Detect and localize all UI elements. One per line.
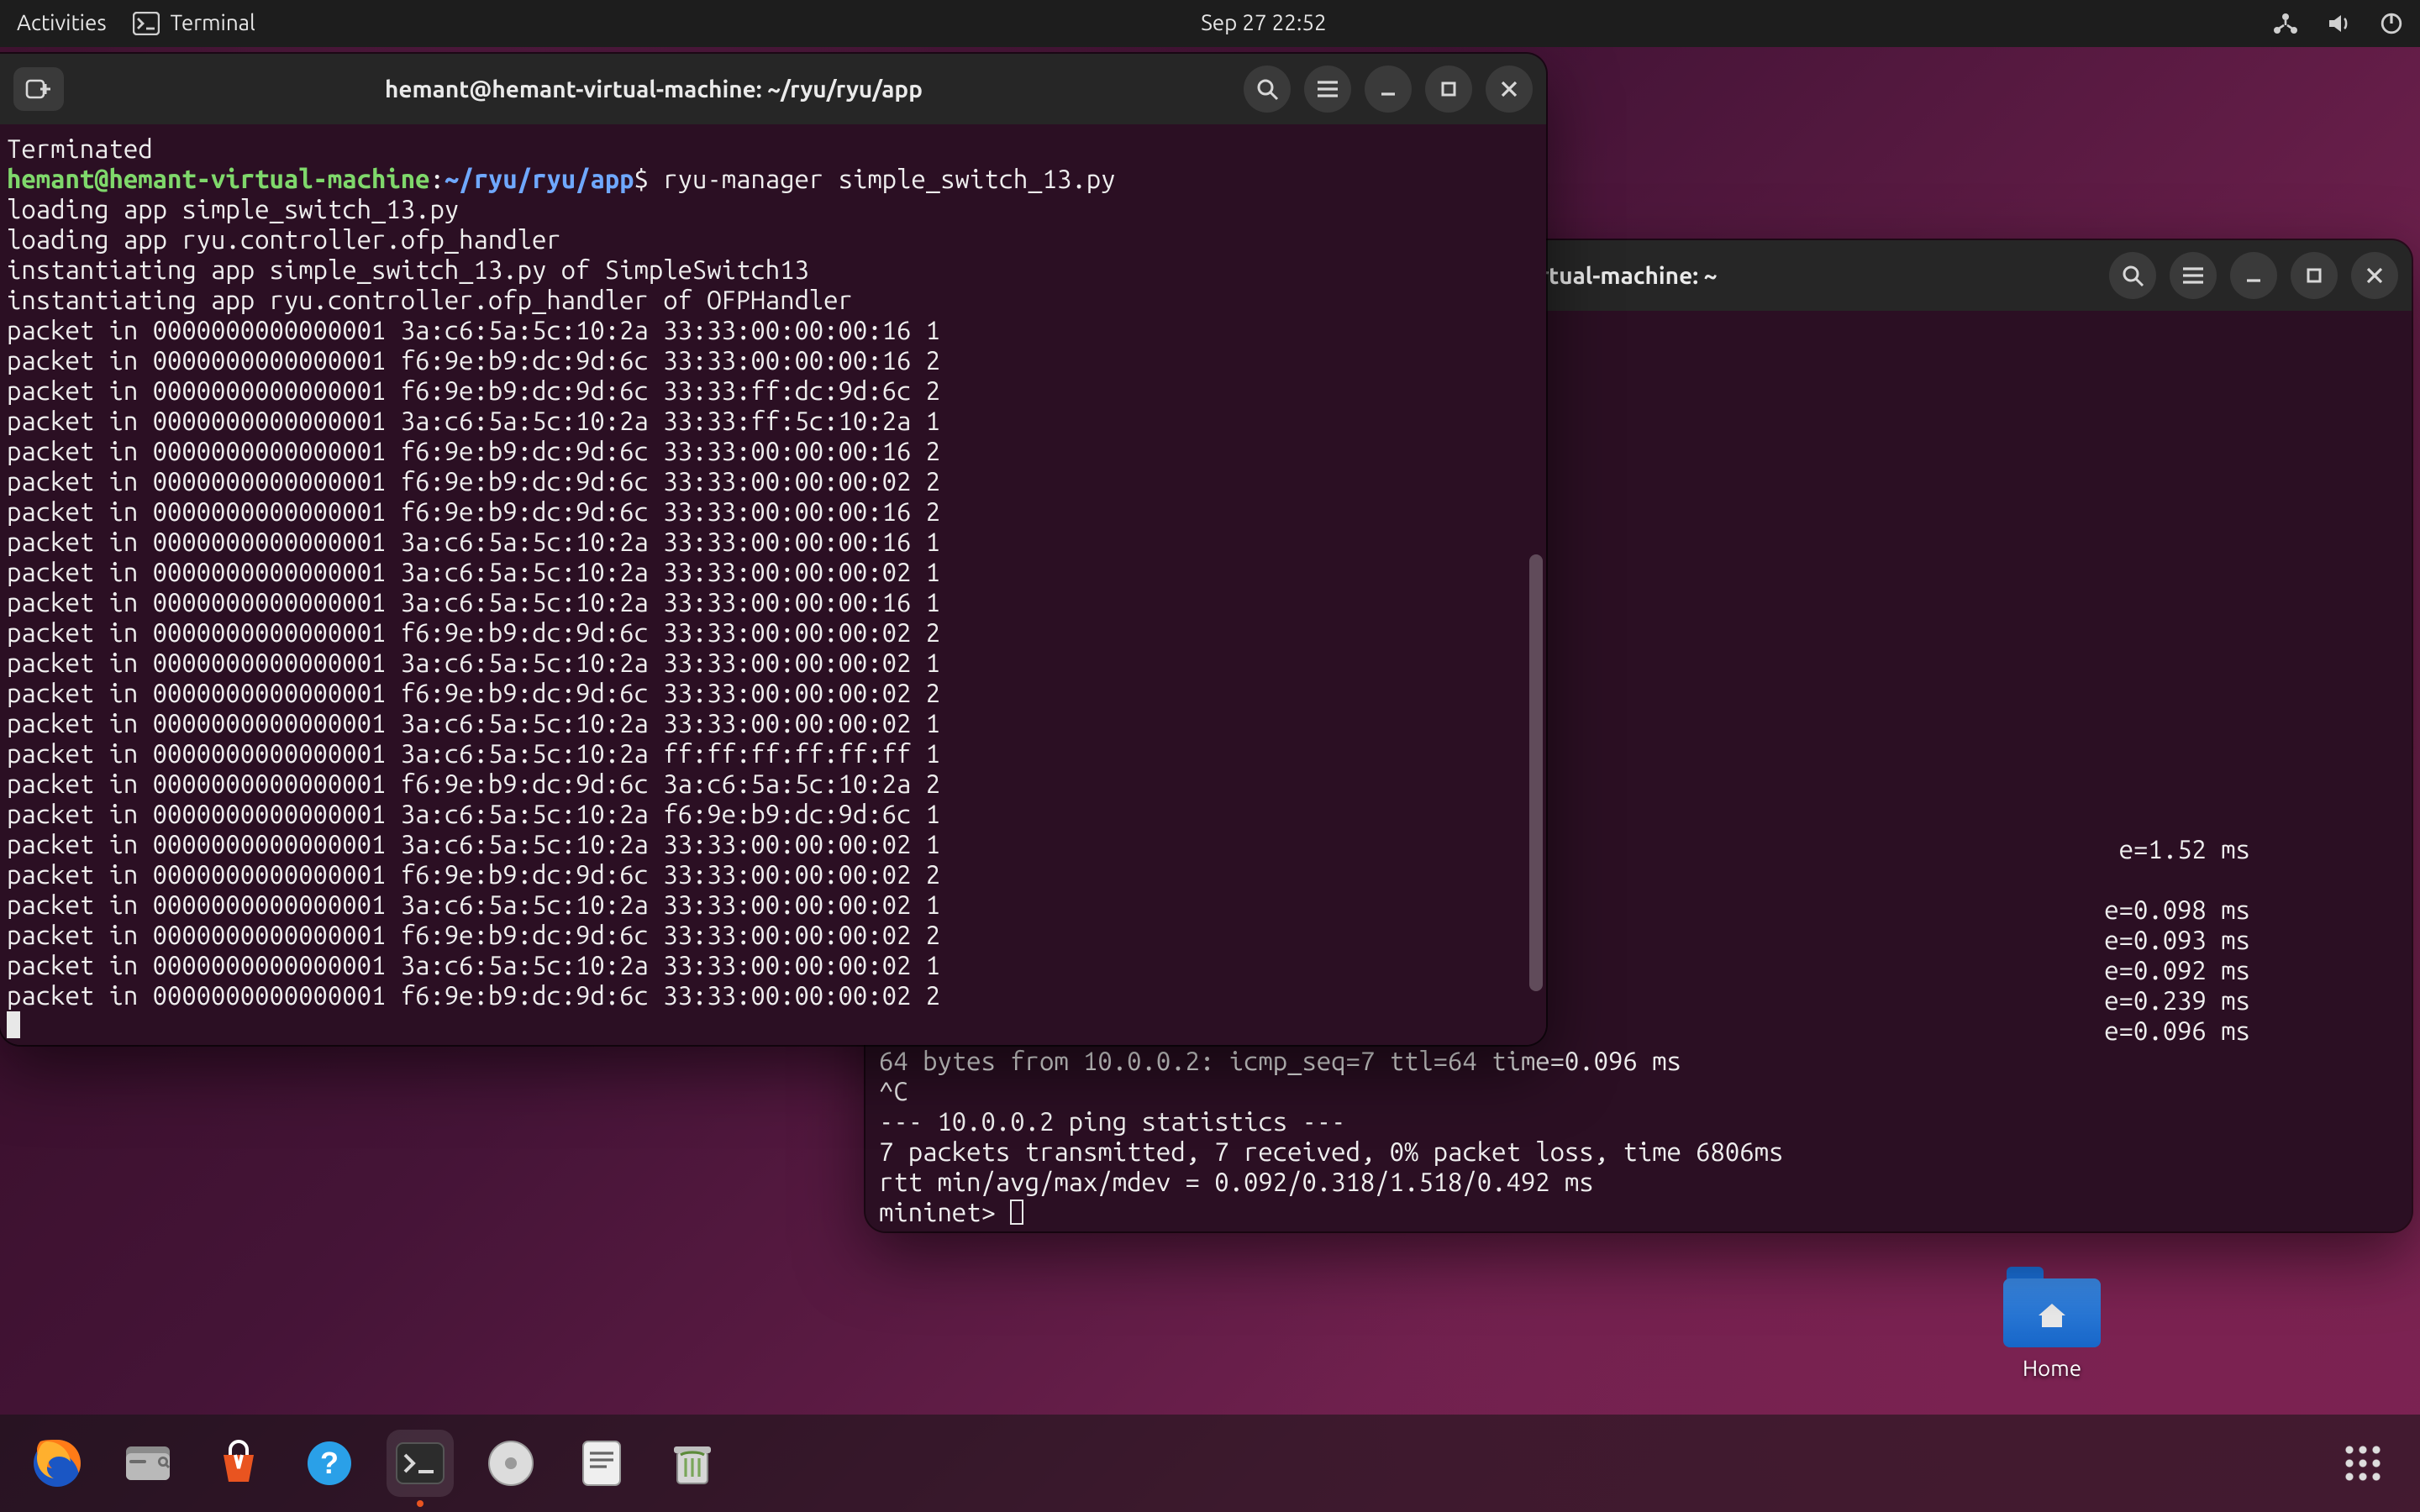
svg-text:?: ? bbox=[320, 1446, 339, 1480]
terminal-window-ryu[interactable]: hemant@hemant-virtual-machine: ~/ryu/ryu… bbox=[0, 54, 1546, 1045]
window-title: hemant@hemant-virtual-machine: ~/ryu/ryu… bbox=[77, 76, 1230, 102]
search-button[interactable] bbox=[2109, 252, 2156, 299]
hamburger-menu-button[interactable] bbox=[2170, 252, 2217, 299]
gnome-topbar: Activities Terminal Sep 27 22:52 bbox=[0, 0, 2420, 47]
close-button[interactable] bbox=[1486, 66, 1533, 113]
folder-icon bbox=[2003, 1267, 2101, 1347]
dock-show-apps[interactable] bbox=[2329, 1430, 2396, 1497]
close-button[interactable] bbox=[2351, 252, 2398, 299]
grid-icon bbox=[2343, 1443, 2383, 1483]
terminal-app-icon bbox=[134, 12, 160, 35]
volume-icon[interactable] bbox=[2326, 12, 2353, 35]
maximize-button[interactable] bbox=[1425, 66, 1472, 113]
minimize-button[interactable] bbox=[1365, 66, 1412, 113]
dock-disk[interactable] bbox=[477, 1430, 544, 1497]
minimize-button[interactable] bbox=[2230, 252, 2277, 299]
desktop-home-folder[interactable]: Home bbox=[2003, 1267, 2101, 1381]
dock-help[interactable]: ? bbox=[296, 1430, 363, 1497]
desktop-icon-label: Home bbox=[2023, 1357, 2081, 1381]
dock-firefox[interactable] bbox=[24, 1430, 91, 1497]
dock-trash[interactable] bbox=[659, 1430, 726, 1497]
dock-software[interactable] bbox=[205, 1430, 272, 1497]
dock: ? bbox=[0, 1415, 2420, 1512]
activities-button[interactable]: Activities bbox=[17, 12, 107, 35]
text-cursor bbox=[7, 1011, 20, 1038]
terminal-output[interactable]: Terminated hemant@hemant-virtual-machine… bbox=[0, 124, 1546, 1045]
desktop: hemant@hemant-virtual-machine: ~ bbox=[0, 47, 2420, 1512]
topbar-app-label: Terminal bbox=[171, 12, 255, 35]
new-tab-button[interactable] bbox=[13, 67, 64, 111]
dock-files[interactable] bbox=[114, 1430, 182, 1497]
maximize-button[interactable] bbox=[2291, 252, 2338, 299]
dock-terminal[interactable] bbox=[387, 1430, 454, 1497]
text-cursor bbox=[1010, 1200, 1023, 1225]
titlebar[interactable]: hemant@hemant-virtual-machine: ~/ryu/ryu… bbox=[0, 54, 1546, 124]
scrollbar[interactable] bbox=[1529, 554, 1543, 991]
network-icon[interactable] bbox=[2272, 12, 2299, 35]
power-icon[interactable] bbox=[2380, 12, 2403, 35]
hamburger-menu-button[interactable] bbox=[1304, 66, 1351, 113]
topbar-app-menu[interactable]: Terminal bbox=[134, 12, 255, 35]
search-button[interactable] bbox=[1244, 66, 1291, 113]
topbar-clock[interactable]: Sep 27 22:52 bbox=[1201, 12, 1327, 35]
dock-text-editor[interactable] bbox=[568, 1430, 635, 1497]
